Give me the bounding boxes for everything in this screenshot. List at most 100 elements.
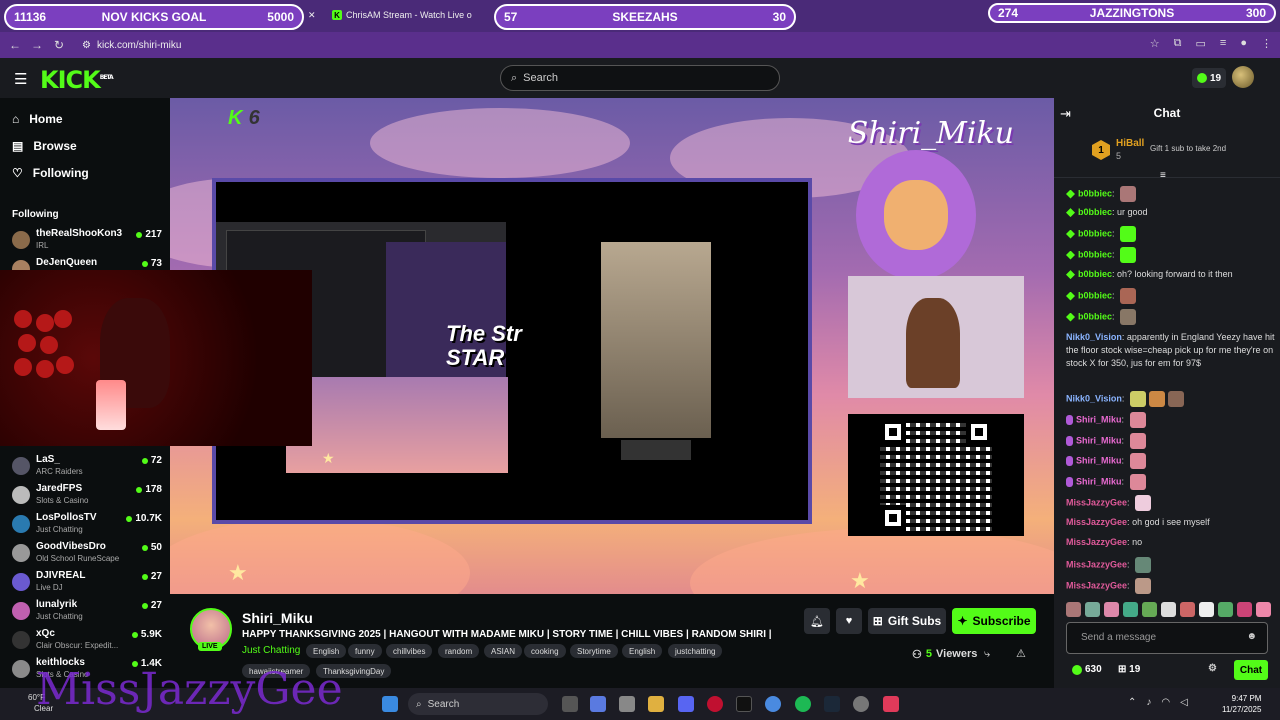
emote-icon[interactable]: [1218, 602, 1233, 617]
chat-message-input[interactable]: Send a message ☻: [1066, 622, 1268, 654]
media-icon[interactable]: ≡: [1220, 37, 1226, 50]
tag-chip[interactable]: hawaiistreamer: [242, 664, 311, 678]
chat-username[interactable]: MissJazzyGee: [1066, 537, 1127, 547]
search-input[interactable]: ⌕ Search: [500, 65, 780, 91]
wifi-icon[interactable]: ◠: [1161, 697, 1170, 708]
following-channel[interactable]: lunalyrik Just Chatting 27: [12, 599, 162, 625]
chat-username[interactable]: MissJazzyGee: [1066, 559, 1127, 569]
emote-icon[interactable]: [1066, 602, 1081, 617]
notifications-bell-button[interactable]: 🔔︎: [804, 608, 830, 634]
user-avatar[interactable]: [1232, 66, 1254, 88]
emote-icon[interactable]: [1180, 602, 1195, 617]
chat-send-button[interactable]: Chat: [1234, 660, 1268, 680]
chrome-icon[interactable]: [765, 696, 781, 712]
filter-icon[interactable]: ≡: [1160, 170, 1166, 181]
tag-chip[interactable]: random: [438, 644, 480, 658]
chat-username[interactable]: Shiri_Miku: [1076, 414, 1122, 424]
emote-icon[interactable]: [1161, 602, 1176, 617]
share-icon[interactable]: ⤷: [984, 648, 990, 661]
chat-username[interactable]: Shiri_Miku: [1076, 476, 1122, 486]
following-channel[interactable]: keithlocks Slots & Casino 1.4K: [12, 657, 162, 683]
app-icon[interactable]: [883, 696, 899, 712]
points-badge[interactable]: 19: [1192, 68, 1226, 88]
following-channel[interactable]: LaS_ ARC Raiders 72: [12, 454, 162, 480]
tiktok-icon[interactable]: [736, 696, 752, 712]
emote-icon[interactable]: [1123, 602, 1138, 617]
emote-icon[interactable]: [1142, 602, 1157, 617]
site-info-icon[interactable]: ⚙: [82, 40, 91, 51]
tag-chip[interactable]: ThanksgivingDay: [316, 664, 392, 678]
chat-username[interactable]: b0bbiec: [1078, 290, 1112, 300]
bookmark-star-icon[interactable]: ☆: [1150, 37, 1160, 50]
gift-subs-button[interactable]: ⊞ Gift Subs: [868, 608, 946, 634]
obs-icon[interactable]: [853, 696, 869, 712]
browser-tab-chrisam[interactable]: K ChrisAM Stream - Watch Live o: [332, 4, 482, 26]
emote-icon[interactable]: [1104, 602, 1119, 617]
windows-start-icon[interactable]: [382, 696, 398, 712]
follow-heart-button[interactable]: ♥: [836, 608, 862, 634]
url-field[interactable]: ⚙ kick.com/shiri-miku: [82, 36, 1132, 54]
kick-logo[interactable]: KICKBETA: [40, 66, 114, 94]
stream-category-link[interactable]: Just Chatting: [242, 645, 300, 656]
reload-icon[interactable]: ↻: [48, 38, 70, 52]
back-icon[interactable]: ←: [4, 38, 26, 52]
chat-username[interactable]: MissJazzyGee: [1066, 497, 1127, 507]
extensions-icon[interactable]: ⧉: [1174, 37, 1182, 50]
chat-username[interactable]: Shiri_Miku: [1076, 435, 1122, 445]
channel-name[interactable]: Shiri_Miku: [242, 610, 313, 626]
weather-widget[interactable]: 60°F Clear: [12, 692, 53, 714]
chat-username[interactable]: b0bbiec: [1078, 311, 1112, 321]
emote-icon[interactable]: [1256, 602, 1271, 617]
copilot-icon[interactable]: [590, 696, 606, 712]
following-channel[interactable]: DJIVREAL Live DJ 27: [12, 570, 162, 596]
gift-leaderboard[interactable]: 1 HiBall 5 Gift 1 sub to take 2nd: [1054, 132, 1280, 178]
channel-points[interactable]: 630: [1072, 664, 1102, 675]
spotify-icon[interactable]: [795, 696, 811, 712]
tag-chip[interactable]: ASIAN: [484, 644, 523, 658]
tag-chip[interactable]: cooking: [524, 644, 566, 658]
chat-username[interactable]: b0bbiec: [1078, 207, 1112, 217]
tag-chip[interactable]: justchatting: [668, 644, 723, 658]
task-view-icon[interactable]: [562, 696, 578, 712]
emote-icon[interactable]: [1237, 602, 1252, 617]
chat-username[interactable]: Nikk0_Vision: [1066, 393, 1122, 403]
gift-count[interactable]: ⊞ 19: [1118, 664, 1140, 675]
file-explorer-icon[interactable]: [648, 696, 664, 712]
emote-icon[interactable]: [1085, 602, 1100, 617]
chat-username[interactable]: b0bbiec: [1078, 228, 1112, 238]
chat-username[interactable]: Shiri_Miku: [1076, 455, 1122, 465]
tag-chip[interactable]: English: [622, 644, 663, 658]
tag-chip[interactable]: English: [306, 644, 347, 658]
profile-icon[interactable]: ●: [1240, 37, 1247, 50]
chat-username[interactable]: Nikk0_Vision: [1066, 332, 1122, 342]
store-icon[interactable]: [619, 696, 635, 712]
chat-username[interactable]: b0bbiec: [1078, 188, 1112, 198]
opera-icon[interactable]: [707, 696, 723, 712]
tag-chip[interactable]: funny: [348, 644, 382, 658]
tag-chip[interactable]: chillvibes: [386, 644, 433, 658]
menu-dots-icon[interactable]: ⋮: [1261, 37, 1272, 50]
emote-icon[interactable]: [1199, 602, 1214, 617]
taskbar-clock[interactable]: 9:47 PM 11/27/2025: [1222, 693, 1261, 715]
tray-chevron-icon[interactable]: ⌃: [1128, 697, 1136, 708]
discord-icon[interactable]: [678, 696, 694, 712]
forward-icon[interactable]: →: [26, 38, 48, 52]
following-channel[interactable]: xQc Clair Obscur: Expedit... 5.9K: [12, 628, 162, 654]
following-channel[interactable]: LosPollosTV Just Chatting 10.7K: [12, 512, 162, 538]
chat-settings-gear-icon[interactable]: ⚙: [1208, 663, 1217, 674]
chat-username[interactable]: b0bbiec: [1078, 269, 1112, 279]
following-channel[interactable]: JaredFPS Slots & Casino 178: [12, 483, 162, 509]
sidebar-item-following[interactable]: ♡ Following: [12, 166, 89, 180]
tag-chip[interactable]: Storytime: [570, 644, 618, 658]
chat-username[interactable]: MissJazzyGee: [1066, 580, 1127, 590]
tab-close-icon[interactable]: ✕: [308, 4, 316, 26]
cast-icon[interactable]: ▭: [1196, 37, 1206, 50]
steam-icon[interactable]: [824, 696, 840, 712]
sidebar-item-home[interactable]: ⌂ Home: [12, 112, 63, 126]
microphone-icon[interactable]: ♪: [1146, 697, 1151, 708]
taskbar-search-input[interactable]: ⌕ Search: [408, 693, 548, 715]
chat-username[interactable]: b0bbiec: [1078, 249, 1112, 259]
emoji-icon[interactable]: ☻: [1246, 631, 1257, 642]
following-channel[interactable]: GoodVibesDro Old School RuneScape 50: [12, 541, 162, 567]
sidebar-item-browse[interactable]: ▤ Browse: [12, 139, 77, 153]
